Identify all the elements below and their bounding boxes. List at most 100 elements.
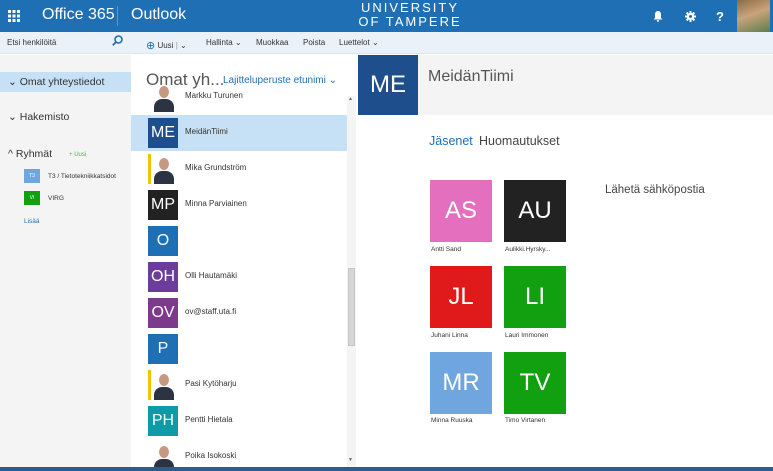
member-tile[interactable]: AS bbox=[430, 180, 492, 242]
bell-icon[interactable] bbox=[645, 0, 671, 32]
manage-label: Hallinta bbox=[206, 38, 233, 47]
member-tile[interactable]: JL bbox=[430, 266, 492, 328]
member-name: Juhani Linna bbox=[431, 332, 468, 339]
group-tile[interactable]: T3 bbox=[24, 169, 40, 183]
group-item-label[interactable]: VIRG bbox=[48, 195, 64, 202]
add-icon: + bbox=[69, 152, 73, 158]
lists-menu[interactable]: Luettelot ⌄ bbox=[339, 38, 379, 47]
contact-row[interactable]: ME MeidänTiimi bbox=[131, 115, 348, 151]
member-name: Lauri Immonen bbox=[505, 332, 549, 339]
edit-button[interactable]: Muokkaa bbox=[256, 38, 288, 47]
contact-initials-tile: O bbox=[148, 226, 178, 256]
taskbar-edge bbox=[0, 467, 773, 471]
contact-photo bbox=[148, 82, 178, 112]
new-group-button[interactable]: + Uusi bbox=[69, 152, 86, 158]
chevron-down-icon[interactable]: ⌄ bbox=[180, 41, 187, 50]
member-name: Aulikki.Hyrsky... bbox=[505, 246, 551, 253]
gear-icon[interactable] bbox=[677, 0, 703, 32]
university-line2: OF TAMPERE bbox=[358, 14, 462, 29]
new-divider: | bbox=[175, 41, 178, 50]
nav-directory-label: Hakemisto bbox=[19, 111, 70, 123]
command-bar: Etsi henkilöitä ⊕ Uusi | ⌄ Hallinta ⌄ Mu… bbox=[0, 32, 773, 54]
left-navigation: ⌄ Omat yhteystiedot ⌄ Hakemisto ^ Ryhmät… bbox=[0, 55, 131, 471]
tab-notes[interactable]: Huomautukset bbox=[479, 134, 560, 148]
more-link[interactable]: Lisää bbox=[24, 218, 40, 225]
contact-name: ov@staff.uta.fi bbox=[185, 307, 237, 316]
search-icon[interactable] bbox=[112, 35, 123, 49]
contact-initials-tile: PH bbox=[148, 406, 178, 436]
member-tile[interactable]: LI bbox=[504, 266, 566, 328]
new-button[interactable]: ⊕ Uusi | ⌄ bbox=[146, 38, 187, 52]
contact-photo bbox=[148, 154, 178, 184]
nav-directory[interactable]: ⌄ Hakemisto bbox=[8, 111, 69, 123]
group-tile[interactable]: VI bbox=[24, 191, 40, 205]
contact-list-pane: Omat yh... Lajitteluperuste etunimi ⌄ Ma… bbox=[131, 55, 358, 471]
waffle-icon[interactable] bbox=[0, 0, 28, 32]
contact-initials-tile: P bbox=[148, 334, 178, 364]
photo-head bbox=[159, 374, 169, 386]
help-icon[interactable]: ? bbox=[707, 0, 733, 32]
user-avatar[interactable] bbox=[737, 0, 770, 32]
photo-body bbox=[154, 99, 174, 112]
people-search-input[interactable]: Etsi henkilöitä bbox=[7, 38, 56, 47]
lists-label: Luettelot bbox=[339, 38, 370, 47]
member-tile[interactable]: AU bbox=[504, 180, 566, 242]
group-item-label[interactable]: T3 / Tietotekniikkatsidot bbox=[48, 173, 116, 180]
member-name: Minna Ruuska bbox=[431, 417, 473, 424]
group-detail-pane: ME MeidänTiimi Jäsenet Huomautukset AS A… bbox=[358, 55, 773, 471]
office365-brand[interactable]: Office 365 bbox=[42, 6, 115, 24]
scroll-up-arrow-icon[interactable]: ▲ bbox=[348, 96, 353, 102]
nav-groups[interactable]: ^ Ryhmät bbox=[8, 148, 52, 160]
chevron-down-icon: ⌄ bbox=[8, 111, 17, 123]
contact-row[interactable]: P bbox=[131, 331, 348, 367]
contact-name: Markku Turunen bbox=[185, 91, 243, 100]
photo-head bbox=[159, 446, 169, 458]
contact-initials-tile: MP bbox=[148, 190, 178, 220]
new-group-label: Uusi bbox=[74, 152, 87, 158]
contact-row[interactable]: OH Olli Hautamäki bbox=[131, 259, 348, 295]
photo-accent-bar bbox=[148, 370, 151, 400]
contact-initials-tile: OV bbox=[148, 298, 178, 328]
photo-accent-bar bbox=[148, 154, 151, 184]
delete-button[interactable]: Poista bbox=[303, 38, 325, 47]
nav-my-contacts[interactable]: ⌄ Omat yhteystiedot bbox=[8, 76, 104, 88]
member-tile[interactable]: TV bbox=[504, 352, 566, 414]
contact-row[interactable]: PH Pentti Hietala bbox=[131, 403, 348, 439]
manage-menu[interactable]: Hallinta ⌄ bbox=[206, 38, 242, 47]
contact-initials-tile: OH bbox=[148, 262, 178, 292]
tab-members[interactable]: Jäsenet bbox=[429, 134, 473, 148]
contact-row[interactable]: MP Minna Parviainen bbox=[131, 187, 348, 223]
chevron-down-icon: ⌄ bbox=[234, 38, 242, 47]
contact-name: Mika Grundström bbox=[185, 163, 247, 172]
contact-name: Poika Isokoski bbox=[185, 451, 237, 460]
chevron-up-icon: ^ bbox=[8, 148, 13, 160]
contact-name: Pasi Kytöharju bbox=[185, 379, 237, 388]
contact-row[interactable]: OV ov@staff.uta.fi bbox=[131, 295, 348, 331]
contact-name: Olli Hautamäki bbox=[185, 271, 238, 280]
scrollbar-thumb[interactable] bbox=[348, 268, 355, 346]
group-initials-tile: ME bbox=[358, 55, 418, 115]
nav-groups-label: Ryhmät bbox=[15, 148, 53, 160]
photo-head bbox=[159, 158, 169, 170]
contact-row[interactable]: Markku Turunen bbox=[131, 79, 348, 115]
scroll-down-arrow-icon[interactable]: ▼ bbox=[348, 457, 353, 463]
photo-body bbox=[154, 171, 174, 184]
contact-row[interactable]: O bbox=[131, 223, 348, 259]
university-logo: UNIVERSITY OF TAMPERE bbox=[330, 1, 490, 29]
brand-divider bbox=[117, 6, 118, 26]
send-email-link[interactable]: Lähetä sähköpostia bbox=[605, 184, 705, 196]
contact-name: Minna Parviainen bbox=[185, 199, 247, 208]
member-name: Antti Sand bbox=[431, 246, 461, 253]
contact-name: MeidänTiimi bbox=[185, 127, 228, 136]
contact-initials-tile: ME bbox=[148, 118, 178, 148]
contact-name: Pentti Hietala bbox=[185, 415, 233, 424]
contact-row[interactable]: Mika Grundström bbox=[131, 151, 348, 187]
chevron-down-icon: ⌄ bbox=[8, 76, 17, 88]
photo-head bbox=[159, 86, 169, 98]
contact-row[interactable]: Pasi Kytöharju bbox=[131, 367, 348, 403]
add-icon: ⊕ bbox=[146, 40, 156, 52]
group-name: MeidänTiimi bbox=[428, 68, 514, 85]
app-name[interactable]: Outlook bbox=[131, 6, 186, 24]
member-name: Timo Virtanen bbox=[505, 417, 546, 424]
member-tile[interactable]: MR bbox=[430, 352, 492, 414]
